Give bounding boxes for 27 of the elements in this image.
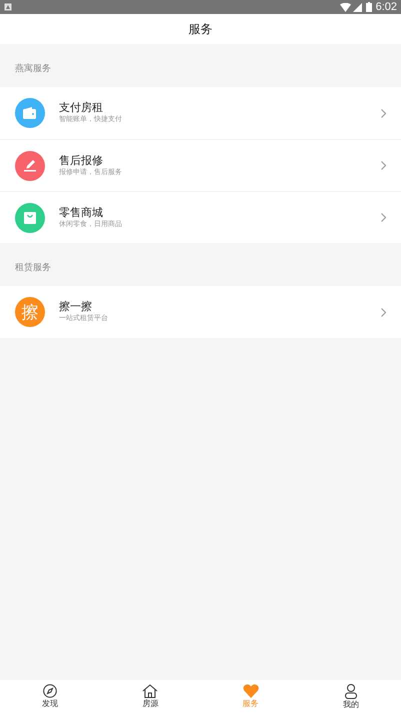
service-title: 支付房租	[59, 101, 104, 115]
pen-icon	[23, 159, 37, 172]
chevron-right-icon	[381, 308, 386, 316]
section-title: 燕寓服务	[15, 62, 51, 75]
status-time: 6:02	[376, 2, 397, 12]
battery-icon	[366, 2, 372, 12]
chevron-right-icon	[381, 161, 386, 170]
tab[interactable]: 房源	[100, 680, 200, 713]
notification-icon	[4, 3, 12, 11]
wallet-icon	[23, 107, 37, 119]
tab[interactable]: 发现	[0, 680, 100, 713]
bag-icon	[24, 211, 36, 224]
person-icon	[344, 684, 357, 698]
wifi-icon	[340, 2, 351, 12]
house-icon	[142, 684, 158, 698]
service-title: 擦一擦	[59, 300, 93, 314]
section-title: 租赁服务	[15, 260, 51, 274]
tab[interactable]: 我的	[300, 680, 401, 713]
service-title: 售后报修	[59, 154, 104, 168]
signal-icon	[352, 2, 362, 12]
compass-icon	[43, 684, 58, 698]
icon-character: 擦	[22, 304, 38, 320]
heart-icon	[242, 684, 259, 698]
chevron-right-icon	[381, 108, 386, 118]
service-title: 零售商城	[59, 206, 104, 220]
page-title: 服务	[188, 21, 212, 38]
chevron-right-icon	[381, 213, 386, 222]
